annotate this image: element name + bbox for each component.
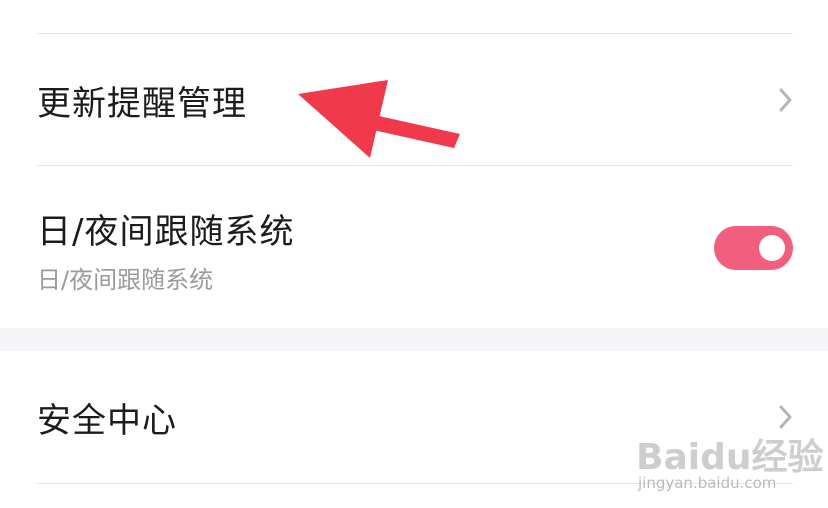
baidu-jingyan-watermark: Baidu经验 jingyan.baidu.com bbox=[630, 420, 828, 508]
toggle-knob bbox=[759, 235, 785, 261]
section-gap bbox=[0, 328, 828, 351]
watermark-logo: Baidu经验 bbox=[636, 437, 824, 478]
day-night-subtitle: 日/夜间跟随系统 bbox=[37, 266, 214, 294]
day-night-row: 日/夜间跟随系统 日/夜间跟随系统 bbox=[0, 166, 828, 328]
annotation-arrow-icon bbox=[298, 80, 460, 158]
watermark-url: jingyan.baidu.com bbox=[638, 474, 777, 492]
day-night-toggle[interactable] bbox=[714, 226, 793, 270]
day-night-title: 日/夜间跟随系统 bbox=[37, 212, 295, 252]
update-reminder-title: 更新提醒管理 bbox=[37, 84, 247, 124]
chevron-right-icon bbox=[779, 88, 792, 112]
security-center-title: 安全中心 bbox=[37, 401, 177, 441]
